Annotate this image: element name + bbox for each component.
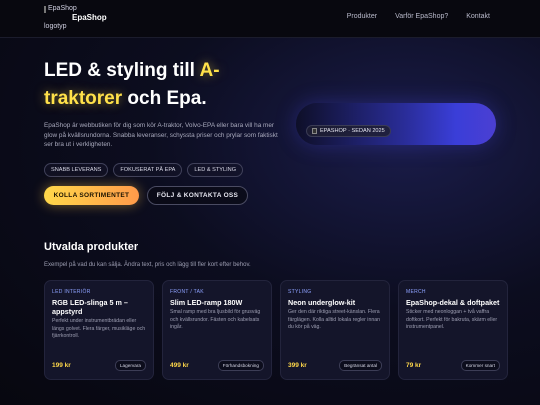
product-grid: LED INTERIÖR RGB LED-slinga 5 m – appsty… (44, 280, 508, 380)
hero-tags: SNABB LEVERANS FOKUSERAT PÅ EPA LED & ST… (44, 163, 244, 177)
product-status-badge: Kommer snart (460, 360, 500, 371)
tag-led-styling: LED & STYLING (187, 163, 244, 177)
products-section-subtitle: Exempel på vad du kan sälja. Ändra text,… (44, 262, 251, 268)
product-category: STYLING (288, 289, 312, 295)
hero-buttons: KOLLA SORTIMENTET FÖLJ & KONTAKTA OSS (44, 186, 248, 205)
product-description: Sticker med neonloggan + två vaffra doft… (406, 309, 498, 330)
product-card[interactable]: LED INTERIÖR RGB LED-slinga 5 m – appsty… (44, 280, 154, 380)
nav-link-varfor[interactable]: Varför EpaShop? (395, 13, 448, 20)
products-section-title: Utvalda produkter (44, 241, 139, 253)
product-status-badge: Lagervara (114, 360, 146, 371)
product-category: FRONT / TAK (170, 289, 204, 295)
product-price: 399 kr (288, 362, 307, 369)
product-price: 199 kr (52, 362, 71, 369)
hero-badge: EPASHOP · SEDAN 2025 (306, 125, 391, 137)
hero-title: LED & styling till A-traktorer och Epa. (44, 57, 264, 113)
product-title[interactable]: EpaShop-dekal & doftpaket (406, 298, 500, 307)
product-description: Perfekt under instrumentbrädan eller län… (52, 318, 146, 339)
hero-image-panel (296, 103, 496, 145)
product-price: 79 kr (406, 362, 422, 369)
hero-description: EpaShop är webbutiken för dig som kör A-… (44, 122, 278, 148)
product-card[interactable]: STYLING Neon underglow-kit Ger den där r… (280, 280, 390, 380)
product-description: Ger den där riktiga street-känslan. Fler… (288, 309, 380, 330)
follow-contact-button[interactable]: FÖLJ & KONTAKTA OSS (147, 186, 248, 205)
product-description: Smal ramp med bra ljusbild för grusväg o… (170, 309, 261, 330)
logo-image-broken[interactable]: EpaShop logotyp (44, 4, 77, 32)
product-status-badge: Förhandsbokning (217, 360, 264, 371)
hero-title-part2: och Epa. (122, 88, 207, 109)
product-title[interactable]: Slim LED-ramp 180W (170, 298, 264, 307)
product-status-badge: Begränsat antal (339, 360, 382, 371)
brand-name[interactable]: EpaShop (72, 13, 107, 22)
main-nav: Produkter Varför EpaShop? Kontakt (347, 13, 490, 20)
product-card[interactable]: FRONT / TAK Slim LED-ramp 180W Smal ramp… (162, 280, 272, 380)
broken-image-icon (44, 5, 46, 13)
nav-link-produkter[interactable]: Produkter (347, 13, 377, 20)
product-title[interactable]: RGB LED-slinga 5 m – appstyrd (52, 298, 146, 316)
nav-link-kontakt[interactable]: Kontakt (466, 13, 490, 20)
product-card[interactable]: MERCH EpaShop-dekal & doftpaket Sticker … (398, 280, 508, 380)
product-price: 499 kr (170, 362, 189, 369)
logo-alt-line2: logotyp (44, 23, 67, 30)
site-header: EpaShop logotyp EpaShop Produkter Varför… (0, 0, 540, 38)
tag-snabb-leverans: SNABB LEVERANS (44, 163, 109, 177)
view-assortment-button[interactable]: KOLLA SORTIMENTET (44, 186, 139, 205)
product-category: MERCH (406, 289, 426, 295)
hero-title-part1: LED & styling till (44, 60, 200, 81)
product-category: LED INTERIÖR (52, 289, 91, 295)
product-title[interactable]: Neon underglow-kit (288, 298, 382, 307)
tag-fokuserat-epa: FOKUSERAT PÅ EPA (113, 163, 183, 177)
hero-badge-label: EPASHOP · SEDAN 2025 (320, 128, 385, 134)
broken-image-icon (312, 128, 317, 134)
